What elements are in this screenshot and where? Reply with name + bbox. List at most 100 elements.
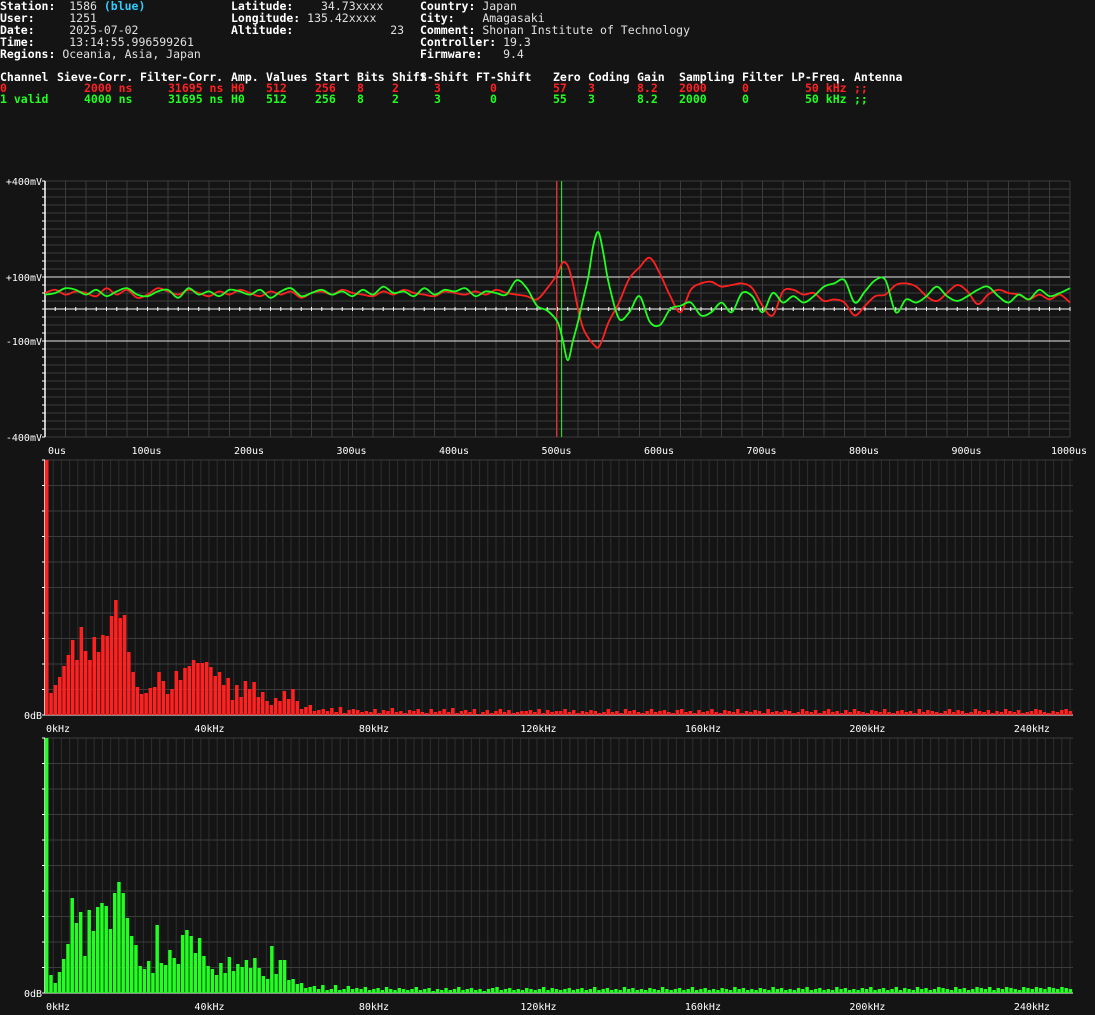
spectrum-bar bbox=[515, 712, 520, 715]
spectrum-bar bbox=[412, 711, 416, 715]
spectrum-bar bbox=[360, 712, 364, 715]
spectrum-bar bbox=[990, 713, 995, 715]
spectrum-bar bbox=[801, 989, 805, 993]
spectrum-bar bbox=[992, 990, 996, 993]
spectrum-bar bbox=[1017, 990, 1022, 993]
spectrum-bar bbox=[368, 712, 373, 715]
spectrum-bar bbox=[749, 712, 753, 715]
spectrum-bar bbox=[112, 893, 117, 993]
spectrum-bar bbox=[645, 711, 649, 715]
spectrum-bar bbox=[92, 637, 97, 715]
spectrum-bar bbox=[767, 990, 771, 993]
spectrum-bar bbox=[1030, 989, 1034, 993]
spectrum-bar bbox=[584, 990, 588, 993]
spectrum-bar bbox=[217, 672, 222, 715]
spectrum-bar bbox=[529, 989, 533, 993]
spectrum-bar bbox=[528, 710, 533, 715]
spectrum-bar bbox=[384, 987, 389, 993]
spectrum-bar bbox=[316, 989, 321, 993]
spectrum-bar bbox=[406, 990, 410, 993]
spectrum-bar bbox=[121, 893, 125, 993]
spectrum-bar bbox=[343, 713, 347, 715]
spectrum-bar bbox=[257, 968, 261, 993]
spectrum-bar bbox=[563, 989, 567, 993]
x-tick-label: 300us bbox=[336, 446, 366, 457]
spectrum-bar bbox=[359, 989, 363, 993]
spectrum-bar bbox=[1047, 987, 1051, 993]
spectrum-bar bbox=[656, 990, 661, 993]
spectrum-bar bbox=[718, 713, 723, 715]
spectrum-bar bbox=[745, 990, 750, 993]
spectrum-bar bbox=[75, 660, 79, 715]
spectrum-bar bbox=[468, 712, 472, 715]
spectrum-bar bbox=[457, 987, 461, 993]
spectrum-bar bbox=[641, 713, 645, 715]
spectrum-bar bbox=[593, 711, 598, 715]
spectrum-bar bbox=[83, 956, 87, 993]
spectrum-bar bbox=[214, 975, 219, 993]
spectrum-bar bbox=[274, 974, 278, 993]
spectrum-bar bbox=[1064, 988, 1068, 993]
spectrum-bar bbox=[537, 989, 542, 993]
spectrum-bar bbox=[95, 907, 100, 993]
spectrum-bar bbox=[512, 990, 516, 993]
spectrum-bar bbox=[325, 711, 330, 715]
x-tick-label: 200kHz bbox=[849, 724, 885, 735]
spectrum-bar bbox=[966, 990, 971, 993]
spectrum-bar bbox=[165, 694, 170, 715]
spectrum-bar bbox=[291, 979, 295, 993]
spectrum-bar bbox=[161, 681, 166, 715]
spectrum-bar bbox=[206, 966, 210, 993]
spectrum-bar bbox=[631, 988, 635, 993]
spectrum-bar bbox=[864, 989, 869, 993]
spectrum-bar bbox=[485, 710, 490, 715]
spectrum-bar bbox=[1039, 988, 1043, 993]
spectrum-bar bbox=[380, 990, 385, 993]
spectrum-bar bbox=[427, 988, 431, 993]
spectrum-bar bbox=[890, 989, 894, 993]
spectrum-bar bbox=[643, 990, 648, 993]
spectrum-bar bbox=[204, 662, 209, 715]
spectrum-bar bbox=[202, 956, 206, 993]
spectrum-bar bbox=[278, 960, 283, 993]
spectrum-bar bbox=[304, 988, 308, 993]
spectrum-bar bbox=[425, 713, 429, 715]
spectrum-bar bbox=[1064, 709, 1068, 715]
spectrum-bar bbox=[222, 685, 226, 715]
spectrum-bar bbox=[253, 958, 257, 993]
spectrum-bar bbox=[472, 709, 477, 715]
spectrum-bar bbox=[1034, 709, 1038, 715]
spectrum-bar bbox=[813, 989, 818, 993]
spectrum-bar bbox=[1038, 710, 1042, 715]
spectrum-bar bbox=[196, 663, 200, 715]
spectrum-bar bbox=[286, 699, 291, 715]
spectrum-bar bbox=[809, 990, 814, 993]
spectrum-bar bbox=[856, 990, 860, 993]
y-tick-label: +400mV bbox=[6, 177, 42, 188]
spectrum-bar bbox=[826, 709, 831, 715]
spectrum-bar bbox=[172, 958, 176, 993]
spectrum-bar bbox=[1051, 988, 1056, 993]
spectrum-bar bbox=[461, 990, 465, 993]
spectrum-bar bbox=[230, 700, 235, 715]
x-tick-label: 160kHz bbox=[685, 724, 721, 735]
spectrum-bar bbox=[639, 989, 644, 993]
spectrum-bar bbox=[887, 712, 891, 715]
spectrum-bar bbox=[913, 713, 917, 715]
spectrum-bar bbox=[273, 698, 278, 715]
y-tick-label: 0dB bbox=[24, 989, 42, 1000]
spectrum-bar bbox=[49, 693, 53, 715]
spectrum-bar bbox=[45, 738, 49, 993]
x-tick-label: 900us bbox=[951, 446, 981, 457]
spectrum-bar bbox=[571, 990, 576, 993]
spectrum-bar bbox=[941, 988, 945, 993]
spectrum-bar bbox=[108, 929, 113, 993]
spectrum-bar bbox=[580, 988, 584, 993]
spectrum-bar bbox=[724, 989, 729, 993]
spectrum-bar bbox=[716, 990, 720, 993]
spectrum-bar bbox=[926, 710, 930, 715]
spectrum-bar bbox=[945, 989, 950, 993]
spectrum-bar bbox=[185, 930, 189, 993]
spectrum-bar bbox=[869, 987, 873, 993]
spectrum-bar bbox=[350, 989, 355, 993]
